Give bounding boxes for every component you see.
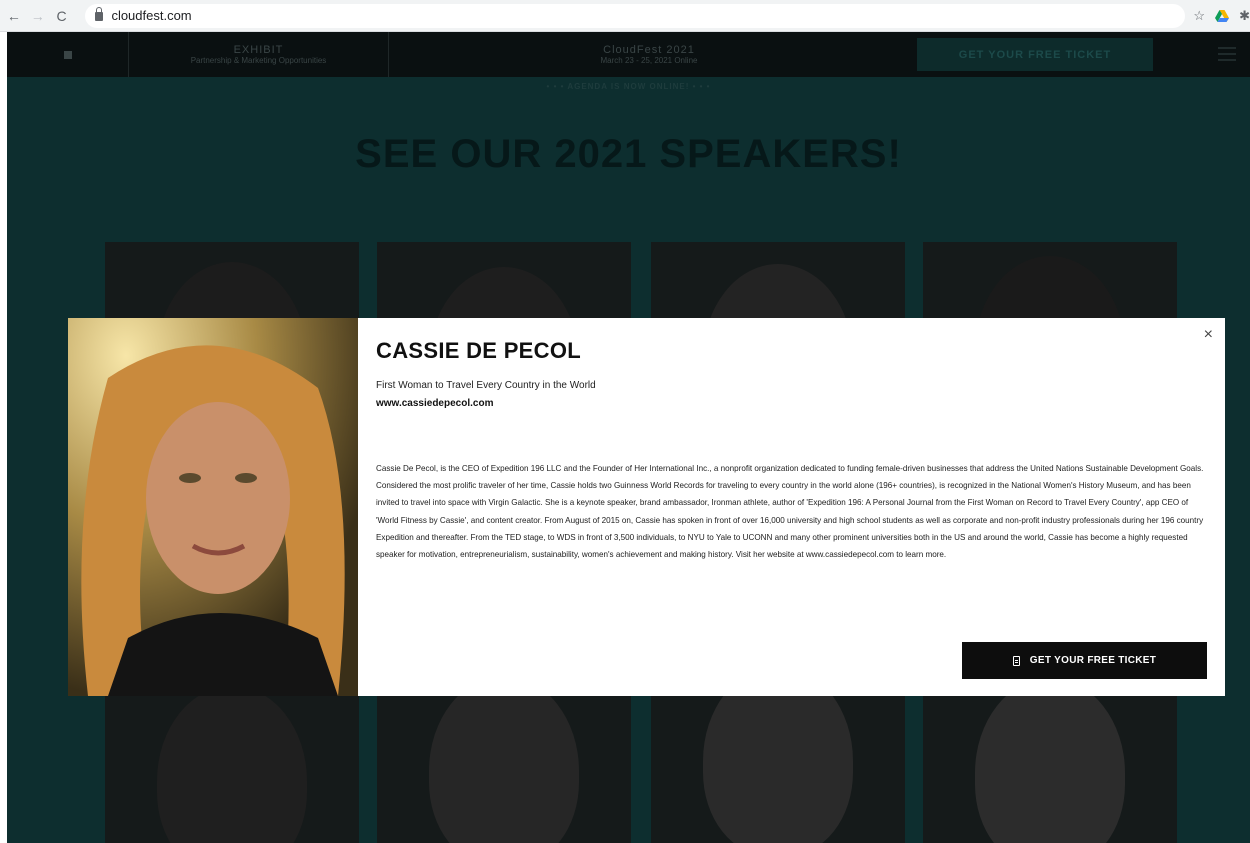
speaker-photo	[975, 256, 1125, 318]
speaker-portrait	[68, 318, 358, 696]
calendar-icon	[63, 50, 72, 59]
speaker-title: First Woman to Travel Every Country in t…	[376, 380, 596, 391]
back-arrow-icon[interactable]: ←	[4, 6, 24, 26]
event-dates: March 23 - 25, 2021 Online	[600, 56, 698, 65]
calendar-nav-cell[interactable]	[7, 32, 129, 77]
close-icon[interactable]: ×	[1204, 326, 1213, 344]
event-title: CloudFest 2021	[603, 44, 695, 56]
nav-exhibit[interactable]: EXHIBIT Partnership & Marketing Opportun…	[129, 32, 389, 77]
get-free-ticket-button[interactable]: GET YOUR FREE TICKET	[962, 642, 1207, 679]
address-bar[interactable]: cloudfest.com	[85, 3, 1186, 28]
speaker-photo	[975, 696, 1125, 843]
speaker-card[interactable]	[923, 242, 1177, 318]
nav-event-info: CloudFest 2021 March 23 - 25, 2021 Onlin…	[389, 32, 909, 77]
nav-exhibit-subtitle: Partnership & Marketing Opportunities	[190, 56, 327, 65]
ticket-icon	[1012, 655, 1020, 666]
site-navigation: EXHIBIT Partnership & Marketing Opportun…	[7, 32, 1250, 77]
url-text: cloudfest.com	[111, 8, 192, 23]
speaker-photo	[429, 696, 579, 843]
speaker-card[interactable]	[651, 242, 905, 318]
speaker-card[interactable]	[651, 696, 905, 843]
speakers-heading: SEE OUR 2021 SPEAKERS!	[355, 132, 902, 176]
speaker-bio: Cassie De Pecol, is the CEO of Expeditio…	[376, 464, 1204, 560]
nav-exhibit-title: EXHIBIT	[233, 44, 284, 56]
browser-toolbar: ← → C cloudfest.com ☆ ✱	[0, 0, 1250, 32]
speaker-card[interactable]	[377, 696, 631, 843]
ticket-button-label: GET YOUR FREE TICKET	[1029, 655, 1157, 666]
speaker-card[interactable]	[923, 696, 1177, 843]
hamburger-menu-icon[interactable]	[1218, 47, 1236, 61]
speaker-photo	[157, 262, 307, 318]
speaker-photo	[429, 267, 579, 318]
speaker-card[interactable]	[105, 242, 359, 318]
speaker-website-link[interactable]: www.cassiedepecol.com	[376, 398, 493, 409]
lock-icon	[95, 7, 104, 21]
speaker-card[interactable]	[105, 696, 359, 843]
extensions-puzzle-icon[interactable]: ✱	[1239, 8, 1250, 24]
google-drive-icon[interactable]	[1215, 9, 1230, 22]
speaker-photo	[157, 696, 307, 843]
speaker-card[interactable]	[377, 242, 631, 318]
speaker-modal: × CASSIE DE PECOL First Woman to Travel …	[68, 318, 1225, 696]
star-icon[interactable]: ☆	[1193, 8, 1205, 24]
forward-arrow-icon[interactable]: →	[28, 6, 48, 26]
speaker-name: CASSIE DE PECOL	[376, 338, 581, 363]
reload-icon[interactable]: C	[52, 6, 72, 26]
speaker-photo	[703, 696, 853, 843]
speaker-photo	[703, 264, 853, 318]
nav-ticket-button[interactable]: GET YOUR FREE TICKET	[917, 38, 1153, 71]
speaker-portrait-image	[68, 318, 358, 696]
agenda-banner[interactable]: • • • AGENDA IS NOW ONLINE! • • •	[7, 82, 1250, 91]
